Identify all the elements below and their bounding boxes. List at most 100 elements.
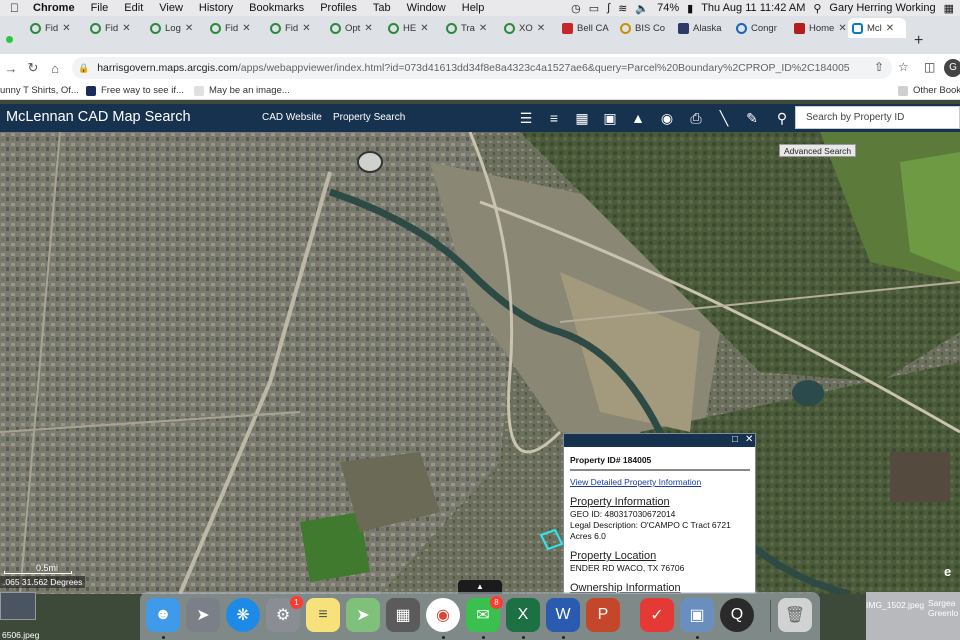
menu-view[interactable]: View <box>151 2 191 14</box>
browser-tab[interactable]: Log ✕ <box>146 18 202 38</box>
search-icon[interactable]: ⚲ <box>772 108 792 128</box>
menu-edit[interactable]: Edit <box>116 2 151 14</box>
close-icon[interactable]: ✕ <box>302 23 310 34</box>
airplay-icon[interactable]: ▭ <box>589 2 599 15</box>
browser-tab[interactable]: Home ✕ <box>790 18 846 38</box>
close-icon[interactable]: ✕ <box>242 23 250 34</box>
browser-tab[interactable]: XO ✕ <box>500 18 556 38</box>
close-icon[interactable]: ✕ <box>62 23 70 34</box>
menu-file[interactable]: File <box>83 2 117 14</box>
launchpad-icon[interactable]: ➤ <box>186 598 220 632</box>
share-icon[interactable]: ⇧ <box>874 60 884 74</box>
control-center-icon[interactable]: ▦ <box>944 2 954 15</box>
bookmark-item[interactable]: Free way to see if... <box>86 85 184 96</box>
new-tab-button[interactable]: + <box>914 32 923 50</box>
chrome-icon[interactable]: ◉ <box>426 598 460 632</box>
clock-text[interactable]: Thu Aug 11 11:42 AM <box>701 2 805 14</box>
menu-profiles[interactable]: Profiles <box>312 2 365 14</box>
other-bookmarks[interactable]: Other Book <box>898 85 960 96</box>
print-icon[interactable]: ⎙ <box>686 108 706 128</box>
desktop-file-label[interactable]: IMG_1502.jpeg <box>866 600 924 610</box>
safari-icon[interactable]: ❋ <box>226 598 260 632</box>
close-icon[interactable]: ✕ <box>745 434 753 445</box>
browser-tab[interactable]: Opt ✕ <box>326 18 382 38</box>
property-id-search-input[interactable]: Search by Property ID <box>795 106 960 129</box>
browser-tab[interactable]: Fid ✕ <box>86 18 142 38</box>
maps-icon[interactable]: ➤ <box>346 598 380 632</box>
browser-tab[interactable]: Tra ✕ <box>442 18 498 38</box>
browser-tab[interactable]: Fid ✕ <box>26 18 82 38</box>
reload-icon[interactable]: ↻ <box>22 60 44 76</box>
close-icon[interactable]: ✕ <box>122 23 130 34</box>
battery-percent[interactable]: 74% <box>657 2 679 14</box>
home-icon[interactable]: ⌂ <box>44 61 66 76</box>
desktop-file-label[interactable]: 6506.jpeg <box>2 630 39 640</box>
battery-icon[interactable]: ▮ <box>687 2 693 15</box>
close-icon[interactable]: ✕ <box>364 23 372 34</box>
user-name[interactable]: Gary Herring Working <box>829 2 935 14</box>
property-search-link[interactable]: Property Search <box>333 112 405 123</box>
close-icon[interactable]: ✕ <box>479 23 487 34</box>
menu-window[interactable]: Window <box>399 2 454 14</box>
window-zoom-button[interactable] <box>6 36 13 43</box>
bookmark-icon[interactable]: ▣ <box>600 108 620 128</box>
menu-app-name[interactable]: Chrome <box>25 2 83 14</box>
finder-icon[interactable]: ☻ <box>146 598 180 632</box>
notes-icon[interactable]: ≡ <box>306 598 340 632</box>
browser-tab[interactable]: Alaska <box>674 18 730 38</box>
menu-bookmarks[interactable]: Bookmarks <box>241 2 312 14</box>
view-detailed-property-link[interactable]: View Detailed Property Information <box>570 477 749 487</box>
layers-icon[interactable]: ☰ <box>516 108 536 128</box>
word-icon[interactable]: W <box>546 598 580 632</box>
lock-icon[interactable]: 🔒 <box>78 63 89 74</box>
close-icon[interactable]: ✕ <box>886 23 894 34</box>
desktop-file-thumbnail[interactable] <box>0 592 36 620</box>
calculator-icon[interactable]: ▦ <box>386 598 420 632</box>
desktop-file-label[interactable]: Sargea Greenlo <box>928 598 960 618</box>
bookmark-star-icon[interactable]: ☆ <box>898 60 909 74</box>
cad-website-link[interactable]: CAD Website <box>262 112 322 123</box>
map-imagery[interactable] <box>0 132 960 594</box>
address-bar[interactable]: 🔒 harrisgovern.maps.arcgis.com/apps/weba… <box>72 57 892 79</box>
graduation-cap-icon[interactable]: ▲ <box>628 108 648 128</box>
close-icon[interactable]: ✕ <box>185 23 193 34</box>
bookmark-item[interactable]: May be an image... <box>194 85 290 96</box>
bluetooth-icon[interactable]: ∫ <box>607 2 610 14</box>
powerpoint-icon[interactable]: P <box>586 598 620 632</box>
apple-menu-icon[interactable]:  <box>0 1 25 15</box>
legend-list-icon[interactable]: ≡ <box>544 108 564 128</box>
browser-tab[interactable]: Fid ✕ <box>266 18 322 38</box>
draw-icon[interactable]: ✎ <box>742 108 762 128</box>
wifi-icon[interactable]: ≋ <box>618 2 627 15</box>
satellite-map[interactable] <box>0 132 960 594</box>
basemap-grid-icon[interactable]: ▦ <box>572 108 592 128</box>
back-icon[interactable]: → <box>0 61 22 76</box>
eye-icon[interactable]: ◉ <box>657 108 677 128</box>
spotlight-icon[interactable]: ⚲ <box>813 2 821 15</box>
browser-tab[interactable]: Fid ✕ <box>206 18 262 38</box>
maximize-icon[interactable]: □ <box>732 434 738 445</box>
time-machine-icon[interactable]: ◷ <box>571 2 581 15</box>
excel-icon[interactable]: X <box>506 598 540 632</box>
browser-tab-active[interactable]: Mcl ✕ <box>848 18 906 38</box>
browser-tab[interactable]: BIS Co <box>616 18 672 38</box>
bookmark-item[interactable]: unny T Shirts, Of... <box>0 85 79 96</box>
menu-help[interactable]: Help <box>454 2 493 14</box>
close-icon[interactable]: ✕ <box>537 23 545 34</box>
volume-icon[interactable]: 🔈 <box>635 2 649 15</box>
measure-ruler-icon[interactable]: ╲ <box>714 108 734 128</box>
trash-icon[interactable]: 🗑 <box>778 598 812 632</box>
sidebar-icon[interactable]: ◫ <box>924 60 935 74</box>
advanced-search-button[interactable]: Advanced Search <box>779 144 857 157</box>
quicktime-icon[interactable]: Q <box>720 598 754 632</box>
browser-tab[interactable]: Bell CA <box>558 18 614 38</box>
close-icon[interactable]: ✕ <box>420 23 428 34</box>
profile-avatar[interactable]: G <box>944 59 960 77</box>
menu-history[interactable]: History <box>191 2 241 14</box>
close-icon[interactable]: ✕ <box>838 23 846 34</box>
menu-tab[interactable]: Tab <box>365 2 399 14</box>
browser-tab[interactable]: HE ✕ <box>384 18 440 38</box>
tasks-icon[interactable]: ✓ <box>640 598 674 632</box>
preview-icon[interactable]: ▣ <box>680 598 714 632</box>
browser-tab[interactable]: Congr <box>732 18 788 38</box>
